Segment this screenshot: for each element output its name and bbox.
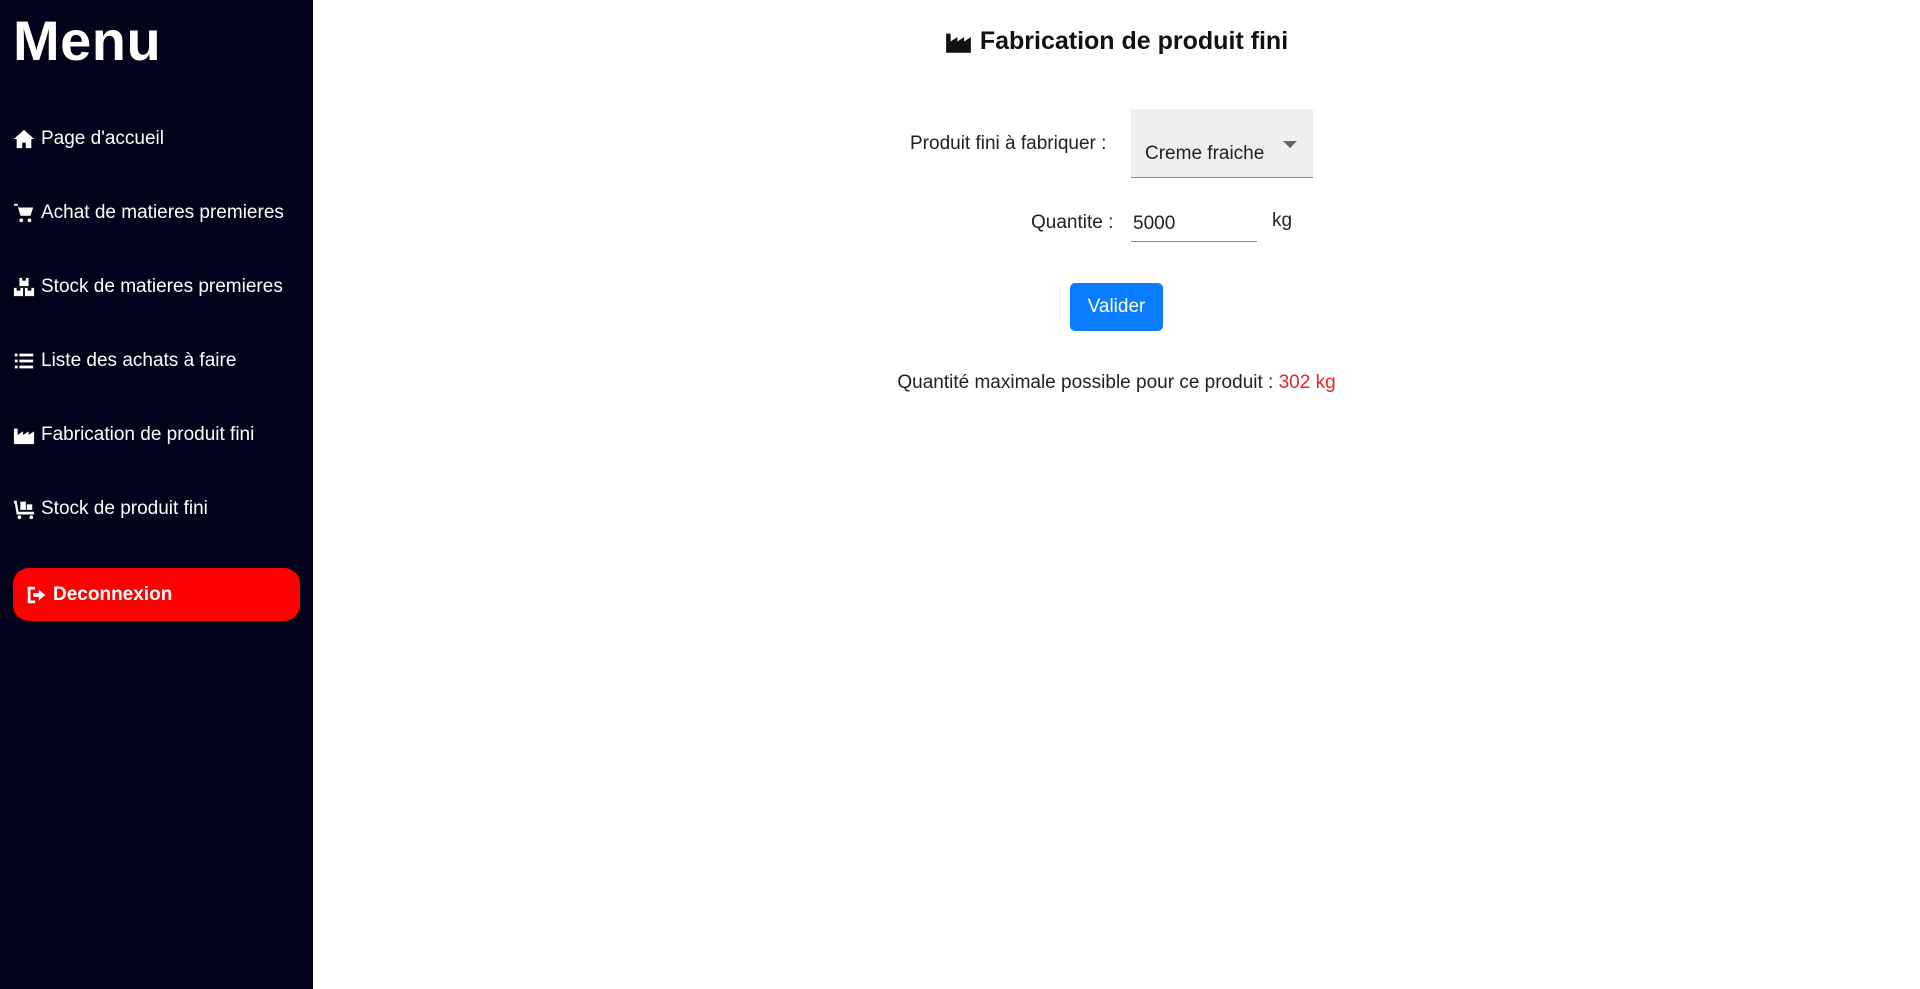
main-content: Fabrication de produit fini Produit fini… [313,0,1920,989]
logout-button[interactable]: Deconnexion [13,568,300,621]
sidebar-item-label: Liste des achats à faire [41,350,237,371]
list-icon [14,353,34,369]
industry-icon [13,428,35,445]
sidebar: Menu Page d'accueil Achat de matieres pr… [0,0,313,989]
max-quantity-label: Quantité maximale possible pour ce produ… [897,372,1274,393]
sidebar-item-todo-list[interactable]: Liste des achats à faire [13,350,236,372]
product-label: Produit fini à fabriquer : [910,133,1107,154]
sidebar-item-raw-stock[interactable]: Stock de matieres premieres [13,276,283,298]
sidebar-item-manufacturing[interactable]: Fabrication de produit fini [13,424,254,446]
boxes-icon [13,277,35,297]
sidebar-item-home[interactable]: Page d'accueil [13,128,164,150]
max-quantity-value: 302 kg [1278,372,1336,393]
sidebar-item-label: Achat de matieres premieres [41,202,284,223]
logout-label: Deconnexion [53,583,173,605]
sidebar-item-finished-stock[interactable]: Stock de produit fini [13,498,208,520]
sidebar-item-label: Fabrication de produit fini [41,424,255,445]
sidebar-item-purchase[interactable]: Achat de matieres premieres [13,202,284,224]
sidebar-item-label: Stock de produit fini [41,498,208,519]
home-icon [13,129,35,149]
product-select[interactable]: Creme fraiche [1131,109,1313,178]
industry-icon [945,33,971,53]
quantity-unit: kg [1272,210,1293,231]
caret-down-icon [1283,141,1297,148]
product-select-value: Creme fraiche [1145,143,1265,164]
max-quantity-info: Quantité maximale possible pour ce produ… [313,372,1920,394]
submit-button[interactable]: Valider [1070,283,1163,331]
page-title: Fabrication de produit fini [313,27,1920,56]
dolly-icon [13,500,35,520]
cart-icon [13,203,34,223]
sign-out-icon [27,586,46,603]
sidebar-item-label: Page d'accueil [41,128,164,149]
sidebar-title: Menu [13,9,162,72]
quantity-label: Quantite : [1031,212,1114,233]
sidebar-item-label: Stock de matieres premieres [41,276,283,297]
page-title-text: Fabrication de produit fini [979,27,1289,55]
quantity-input[interactable] [1131,206,1257,242]
